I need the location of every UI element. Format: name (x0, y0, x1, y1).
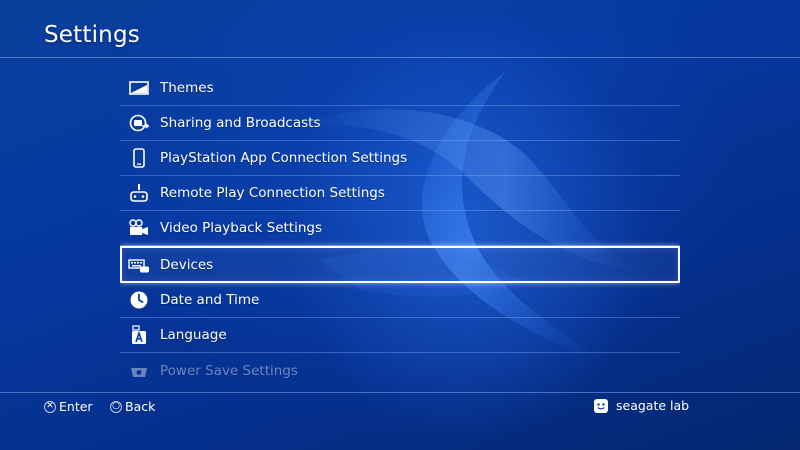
sharing-icon (128, 112, 150, 134)
menu-item-sharing[interactable]: Sharing and Broadcasts (120, 106, 680, 141)
menu-item-label: Remote Play Connection Settings (160, 185, 385, 201)
cross-button-icon: ✕ (44, 400, 56, 413)
themes-icon (128, 77, 150, 99)
video-playback-icon (128, 217, 150, 239)
user-name: seagate lab (616, 398, 690, 413)
menu-item-devices[interactable]: Devices (120, 246, 680, 283)
menu-item-remote-play[interactable]: Remote Play Connection Settings (120, 176, 680, 211)
page-title: Settings (44, 22, 140, 48)
menu-item-label: Video Playback Settings (160, 220, 323, 236)
footer: ✕ Enter ○ Back seagate lab (0, 393, 800, 450)
back-hint[interactable]: ○ Back (110, 399, 155, 414)
menu-item-label: Themes (160, 80, 214, 96)
header: Settings (0, 0, 800, 58)
menu-item-language[interactable]: Language (120, 318, 680, 353)
menu-item-label: PlayStation App Connection Settings (160, 150, 408, 166)
menu-item-themes[interactable]: Themes (120, 71, 680, 106)
clock-icon (128, 289, 150, 311)
menu-item-playstation-app[interactable]: PlayStation App Connection Settings (120, 141, 680, 176)
circle-button-icon: ○ (110, 400, 122, 413)
language-icon (128, 324, 150, 346)
menu-item-label: Date and Time (160, 292, 260, 308)
header-divider (0, 57, 800, 58)
menu-item-video-playback[interactable]: Video Playback Settings (120, 211, 680, 246)
devices-icon (128, 254, 150, 276)
remote-play-icon (128, 182, 150, 204)
enter-label: Enter (59, 399, 93, 414)
enter-hint[interactable]: ✕ Enter (44, 399, 93, 414)
phone-icon (128, 147, 150, 169)
power-save-icon (128, 360, 150, 382)
menu-item-label: Sharing and Broadcasts (160, 115, 321, 131)
settings-menu: Themes Sharing and Broadcasts PlayStatio… (120, 71, 680, 381)
menu-item-label: Language (160, 327, 227, 343)
menu-item-power-save[interactable]: Power Save Settings (120, 353, 680, 381)
user-profile[interactable]: seagate lab (594, 398, 689, 413)
avatar-icon (594, 398, 608, 413)
menu-item-date-time[interactable]: Date and Time (120, 283, 680, 318)
menu-item-label: Devices (160, 256, 214, 273)
back-label: Back (125, 399, 156, 414)
menu-item-label: Power Save Settings (160, 362, 298, 379)
